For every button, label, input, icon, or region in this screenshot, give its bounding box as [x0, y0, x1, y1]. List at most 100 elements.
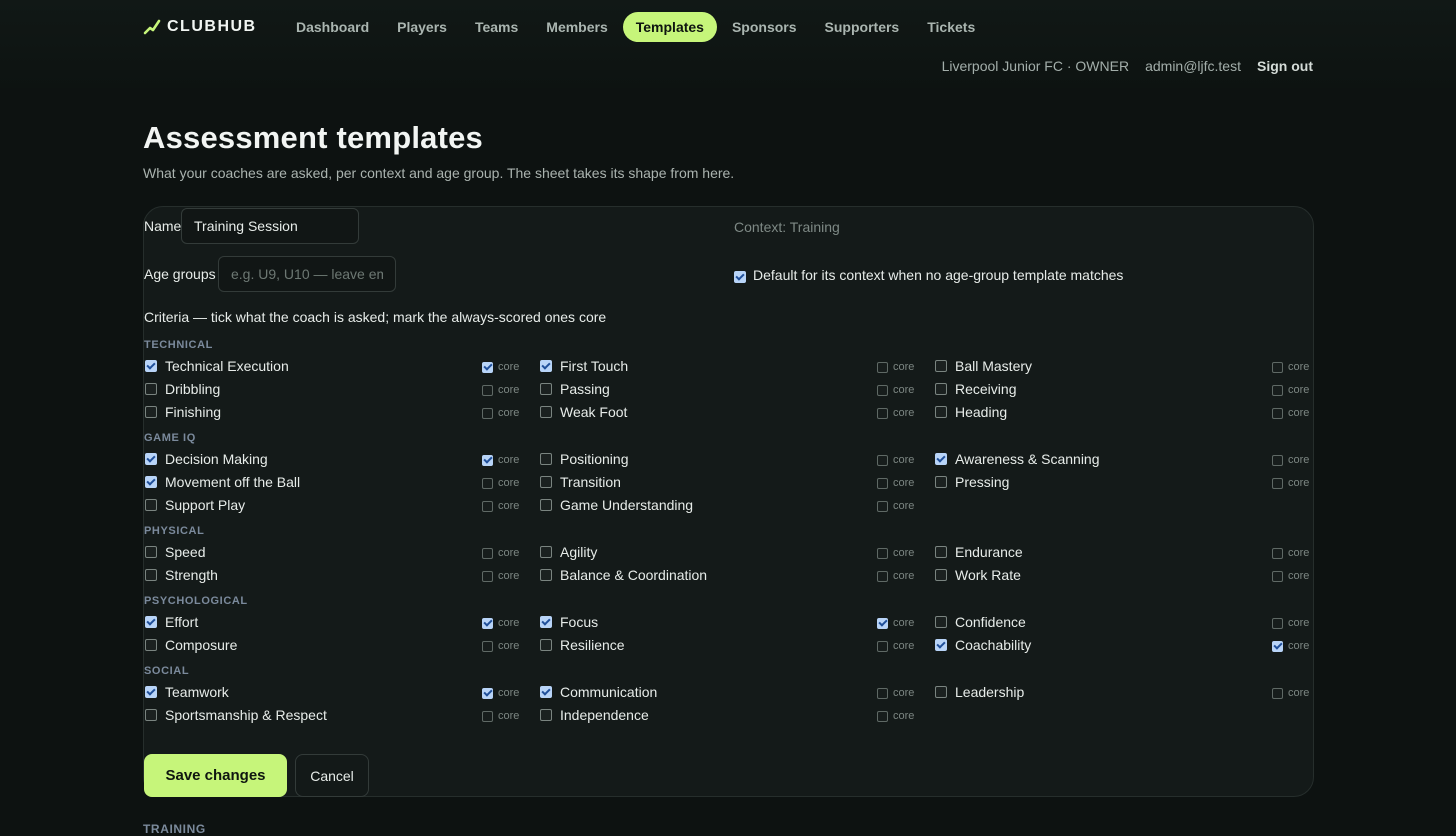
nav-item-members[interactable]: Members [533, 12, 620, 42]
criterion-checkbox[interactable] [935, 406, 947, 418]
core-checkbox[interactable] [482, 361, 493, 373]
core-checkbox[interactable] [482, 640, 493, 652]
core-checkbox[interactable] [482, 687, 493, 699]
core-checkbox[interactable] [1272, 617, 1283, 629]
core-toggle: core [482, 570, 519, 582]
core-checkbox[interactable] [877, 477, 888, 489]
core-checkbox[interactable] [1272, 454, 1283, 466]
criterion-toggle: Dribbling [145, 381, 220, 397]
criterion-checkbox[interactable] [935, 453, 947, 465]
nav-item-templates[interactable]: Templates [622, 12, 717, 42]
core-checkbox[interactable] [877, 710, 888, 722]
core-toggle: core [1272, 640, 1309, 652]
core-checkbox[interactable] [482, 710, 493, 722]
criterion-checkbox[interactable] [145, 360, 157, 372]
brand-name: CLUBHUB [167, 18, 257, 35]
criterion-checkbox[interactable] [935, 639, 947, 651]
core-checkbox[interactable] [877, 407, 888, 419]
nav-item-teams[interactable]: Teams [462, 12, 531, 42]
save-changes-button[interactable]: Save changes [144, 754, 287, 797]
criterion-checkbox[interactable] [935, 476, 947, 488]
core-checkbox[interactable] [1272, 407, 1283, 419]
criterion-label: Receiving [955, 381, 1017, 397]
core-checkbox[interactable] [1272, 570, 1283, 582]
core-checkbox[interactable] [877, 547, 888, 559]
criterion-checkbox[interactable] [145, 383, 157, 395]
criterion-checkbox[interactable] [540, 476, 552, 488]
nav-item-supporters[interactable]: Supporters [812, 12, 913, 42]
criterion-checkbox[interactable] [145, 406, 157, 418]
criterion-label: Endurance [955, 544, 1023, 560]
default-context-checkbox[interactable] [734, 271, 746, 283]
core-checkbox[interactable] [877, 384, 888, 396]
criterion-checkbox[interactable] [540, 616, 552, 628]
criterion-checkbox[interactable] [145, 686, 157, 698]
brand-logo[interactable]: CLUBHUB [143, 16, 257, 38]
core-checkbox[interactable] [1272, 384, 1283, 396]
criterion-checkbox[interactable] [145, 569, 157, 581]
nav-item-sponsors[interactable]: Sponsors [719, 12, 810, 42]
core-checkbox[interactable] [877, 617, 888, 629]
core-checkbox[interactable] [482, 547, 493, 559]
criterion-checkbox[interactable] [540, 639, 552, 651]
group-heading: PHYSICAL [144, 525, 205, 537]
criterion-checkbox[interactable] [145, 499, 157, 511]
criterion-checkbox[interactable] [145, 709, 157, 721]
nav-item-tickets[interactable]: Tickets [914, 12, 988, 42]
criterion-checkbox[interactable] [145, 476, 157, 488]
account-bar: Liverpool Junior FC · OWNER admin@ljfc.t… [942, 57, 1313, 75]
criterion-checkbox[interactable] [935, 546, 947, 558]
template-name-input[interactable] [181, 208, 359, 244]
core-checkbox[interactable] [1272, 361, 1283, 373]
criterion-checkbox[interactable] [540, 383, 552, 395]
core-checkbox[interactable] [482, 454, 493, 466]
criterion-checkbox[interactable] [540, 569, 552, 581]
cancel-button[interactable]: Cancel [295, 754, 369, 797]
core-checkbox[interactable] [482, 477, 493, 489]
criterion-checkbox[interactable] [540, 453, 552, 465]
core-checkbox[interactable] [482, 570, 493, 582]
criterion-checkbox[interactable] [540, 546, 552, 558]
criterion-label: Weak Foot [560, 404, 628, 420]
criterion-checkbox[interactable] [540, 709, 552, 721]
criterion-checkbox[interactable] [145, 639, 157, 651]
core-checkbox[interactable] [1272, 547, 1283, 559]
nav-item-players[interactable]: Players [384, 12, 460, 42]
core-checkbox[interactable] [1272, 687, 1283, 699]
core-checkbox[interactable] [877, 500, 888, 512]
core-checkbox[interactable] [877, 361, 888, 373]
core-label: core [893, 477, 915, 489]
criterion-checkbox[interactable] [935, 360, 947, 372]
sign-out-link[interactable]: Sign out [1257, 58, 1313, 74]
criterion-checkbox[interactable] [540, 499, 552, 511]
core-checkbox[interactable] [482, 384, 493, 396]
account-email: admin@ljfc.test [1145, 58, 1241, 74]
criterion-toggle: Confidence [935, 614, 1026, 630]
core-checkbox[interactable] [877, 687, 888, 699]
core-checkbox[interactable] [482, 500, 493, 512]
criterion-checkbox[interactable] [145, 453, 157, 465]
core-checkbox[interactable] [877, 454, 888, 466]
nav-item-dashboard[interactable]: Dashboard [283, 12, 382, 42]
criterion-checkbox[interactable] [145, 616, 157, 628]
core-checkbox[interactable] [1272, 640, 1283, 652]
core-checkbox[interactable] [1272, 477, 1283, 489]
criterion-checkbox[interactable] [935, 616, 947, 628]
criterion-checkbox[interactable] [540, 686, 552, 698]
core-label: core [1288, 454, 1310, 466]
core-checkbox[interactable] [877, 640, 888, 652]
core-checkbox[interactable] [482, 617, 493, 629]
age-groups-input[interactable] [218, 256, 396, 292]
core-checkbox[interactable] [877, 570, 888, 582]
criterion-toggle: Communication [540, 684, 657, 700]
criterion-checkbox[interactable] [935, 686, 947, 698]
criterion-checkbox[interactable] [145, 546, 157, 558]
group-heading: TECHNICAL [144, 339, 213, 351]
criterion-checkbox[interactable] [540, 406, 552, 418]
core-checkbox[interactable] [482, 407, 493, 419]
criterion-checkbox[interactable] [935, 569, 947, 581]
criterion-toggle: Decision Making [145, 451, 268, 467]
criterion-label: Transition [560, 474, 621, 490]
criterion-checkbox[interactable] [935, 383, 947, 395]
criterion-checkbox[interactable] [540, 360, 552, 372]
